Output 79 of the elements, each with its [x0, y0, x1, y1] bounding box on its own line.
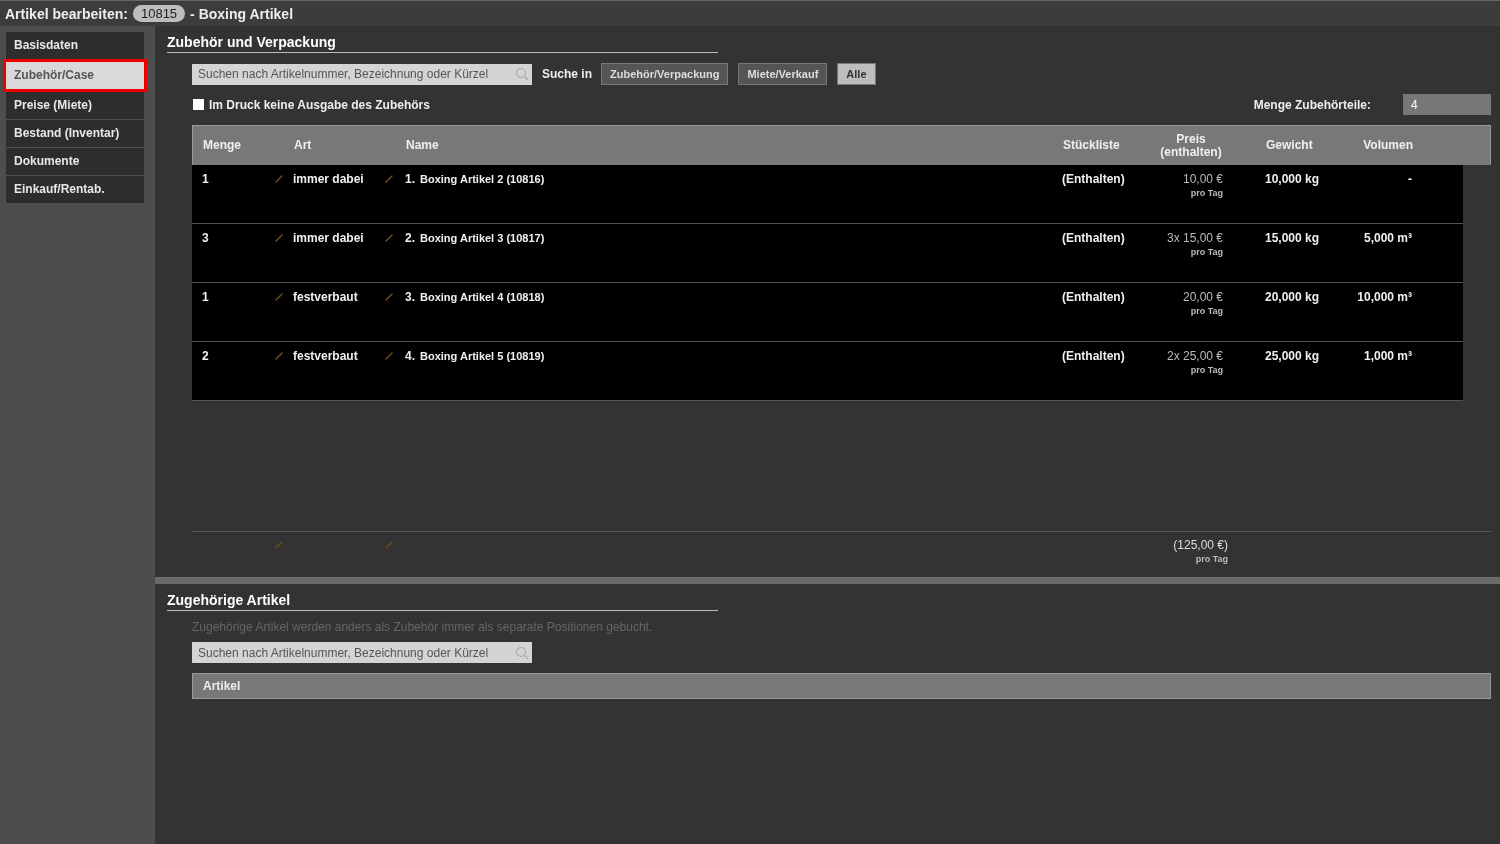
column-header[interactable]: Name [406, 139, 1063, 152]
filter-button[interactable]: Zubehör/Verpackung [601, 63, 729, 85]
table-cell-text: 10,000 m³ [1356, 290, 1412, 304]
price-unit: pro Tag [1195, 554, 1228, 564]
table-cell-text: festverbaut [293, 349, 359, 363]
table-cell-text: (Enthalten) [1062, 349, 1126, 363]
sidebar-item[interactable]: Preise (Miete) [6, 92, 144, 119]
pencil-icon[interactable] [275, 541, 283, 549]
pencil-icon[interactable] [385, 352, 393, 360]
article-name: Boxing Artikel 5 (10819) [420, 350, 545, 362]
price-unit: pro Tag [1190, 188, 1223, 198]
sidebar-item[interactable]: Dokumente [6, 148, 144, 175]
column-header[interactable]: Volumen [1346, 139, 1413, 152]
pencil-icon[interactable] [385, 175, 393, 183]
column-header[interactable]: Stückliste [1063, 139, 1158, 152]
pencil-icon[interactable] [385, 541, 393, 549]
pencil-icon[interactable] [385, 293, 393, 301]
section-heading: Zugehörige Artikel [167, 592, 718, 611]
price: 20,00 € [1182, 290, 1223, 304]
table-cell-text: 3 [202, 231, 210, 245]
table-cell-text: (Enthalten) [1062, 172, 1126, 186]
article-name: Boxing Artikel 3 (10817) [420, 232, 545, 244]
table-cell-text: festverbaut [293, 290, 359, 304]
table-cell-text: 5,000 m³ [1362, 231, 1412, 245]
sidebar-item[interactable]: Zubehör/Case [6, 62, 144, 89]
article-name: Boxing Artikel 4 (10818) [420, 291, 545, 303]
article-number-badge: 10815 [132, 5, 186, 22]
price-unit: pro Tag [1190, 365, 1223, 375]
table-cell-text: immer dabei [293, 172, 365, 186]
pencil-icon[interactable] [275, 175, 283, 183]
position-number: 1. [405, 172, 415, 186]
table-cell-text: 10,000 kg [1265, 172, 1321, 186]
table-cell-text: 15,000 kg [1265, 231, 1321, 245]
position-number: 2. [405, 231, 415, 245]
filter-button[interactable]: Alle [837, 63, 876, 85]
column-header[interactable]: Gewicht [1266, 139, 1346, 152]
window-title: - Boxing Artikel [190, 5, 294, 22]
table-cell-text: 1 [202, 290, 210, 304]
pencil-icon[interactable] [275, 352, 283, 360]
table-cell-text: 25,000 kg [1265, 349, 1321, 363]
position-number: 3. [405, 290, 415, 304]
column-header[interactable]: Preis (enthalten) [1158, 132, 1224, 159]
pencil-icon[interactable] [385, 234, 393, 242]
price: 3x 15,00 € [1166, 231, 1223, 245]
price-unit: pro Tag [1190, 306, 1223, 316]
table-cell-text: 1 [202, 172, 210, 186]
search-in-label: Suche in [542, 67, 592, 81]
search-icon[interactable] [515, 645, 529, 660]
table-cell-text: immer dabei [293, 231, 365, 245]
window-title: Artikel bearbeiten: [5, 5, 128, 22]
section-heading: Zubehör und Verpackung [167, 34, 718, 53]
sidebar-item[interactable]: Einkauf/Rentab. [6, 176, 144, 203]
pencil-icon[interactable] [275, 234, 283, 242]
column-header[interactable]: Artikel [203, 679, 241, 693]
position-number: 4. [405, 349, 415, 363]
total-price: (125,00 €) [1173, 538, 1228, 552]
column-header[interactable]: Menge [203, 139, 276, 152]
table-cell-text: 20,000 kg [1265, 290, 1321, 304]
table-cell-text: 2 [202, 349, 210, 363]
search-field[interactable]: Suchen nach Artikelnummer, Bezeichnung oder Kürzel [192, 63, 532, 85]
table-cell-text: - [1407, 172, 1412, 186]
table-cell-text: 1,000 m³ [1362, 349, 1412, 363]
sidebar-item[interactable]: Basisdaten [6, 32, 144, 59]
price-unit: pro Tag [1190, 247, 1223, 257]
count-field[interactable]: 4 [1403, 94, 1491, 115]
table-cell-text: (Enthalten) [1062, 290, 1126, 304]
pencil-icon[interactable] [275, 293, 283, 301]
filter-button[interactable]: Miete/Verkauf [738, 63, 828, 85]
price: 10,00 € [1182, 172, 1223, 186]
price: 2x 25,00 € [1166, 349, 1223, 363]
column-header[interactable]: Art [294, 139, 386, 152]
checkbox-label: Im Druck keine Ausgabe des Zubehörs [209, 97, 431, 112]
search-icon[interactable] [515, 67, 529, 81]
search-field[interactable]: Suchen nach Artikelnummer, Bezeichnung oder Kürzel [192, 642, 532, 663]
table-cell-text: (Enthalten) [1062, 231, 1126, 245]
sidebar-item[interactable]: Bestand (Inventar) [6, 120, 144, 147]
checkbox[interactable] [193, 99, 204, 110]
count-label: Menge Zubehörteile: [1253, 97, 1371, 112]
article-name: Boxing Artikel 2 (10816) [420, 173, 545, 185]
